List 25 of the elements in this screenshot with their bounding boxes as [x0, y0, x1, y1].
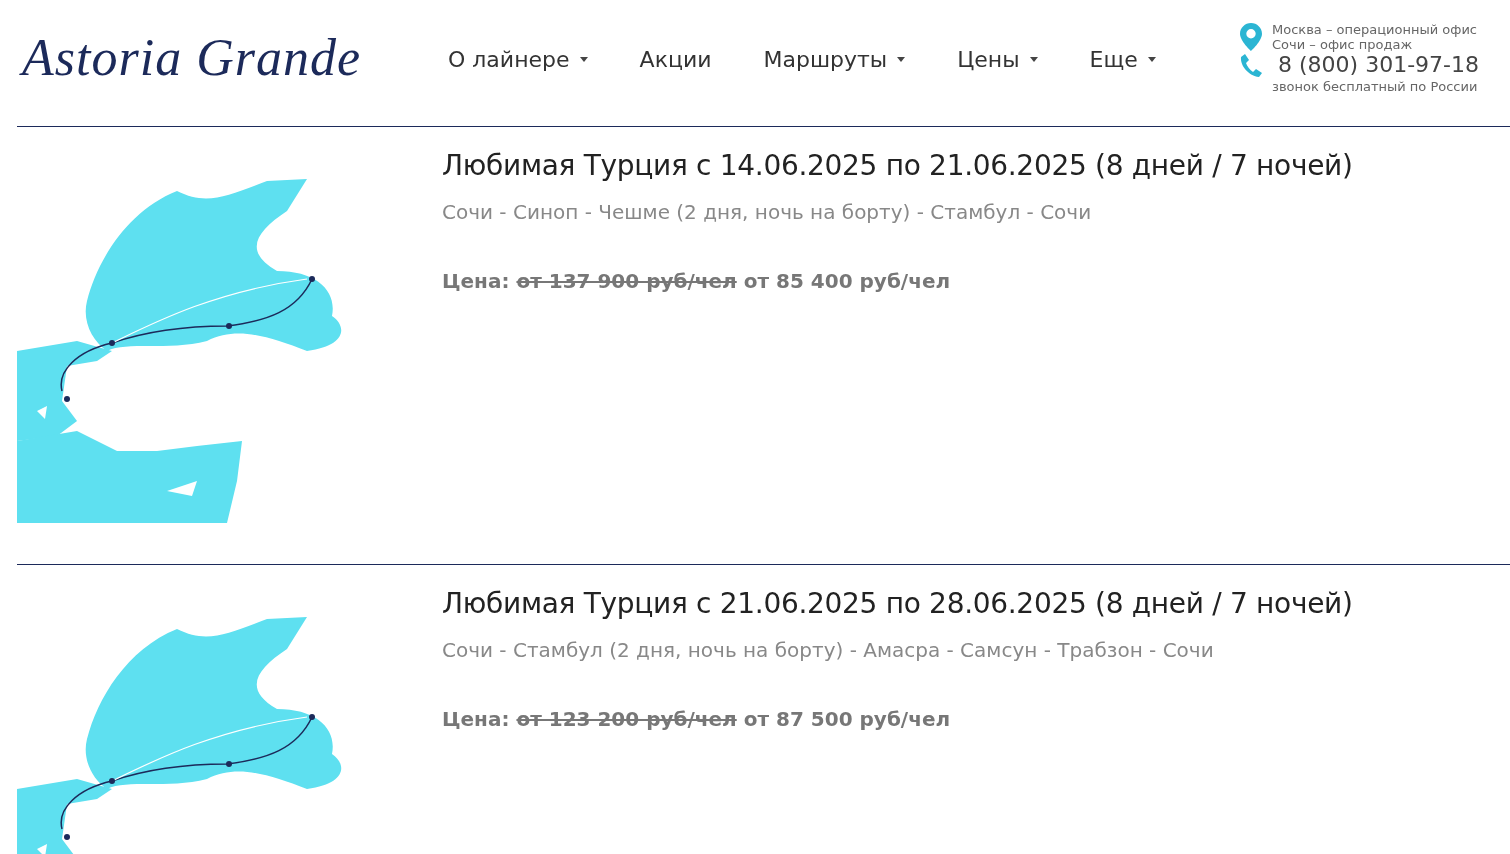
nav-link[interactable]: О лайнере	[448, 46, 588, 72]
caret-icon	[1029, 56, 1038, 62]
price: от 85 400 руб/чел	[743, 269, 951, 293]
price-label: Цена:	[442, 707, 510, 731]
office-text: Москва – операционный офис	[1272, 22, 1477, 37]
nav-link[interactable]: Маршруты	[763, 46, 906, 72]
old-price: от 137 900 руб/чел	[516, 269, 737, 293]
old-price: от 123 200 руб/чел	[516, 707, 737, 731]
phone-icon	[1240, 52, 1262, 77]
caret-icon	[897, 56, 906, 62]
phone-number[interactable]: 8 (800) 301-97-18	[1278, 52, 1479, 77]
caret-icon	[579, 56, 588, 62]
office-text: Сочи – офис продаж	[1272, 37, 1414, 52]
nav-link[interactable]: Цены	[957, 46, 1038, 72]
route-text: Сочи - Синоп - Чешме (2 дня, ночь на борту) - Стамбул - Сочи	[442, 200, 1093, 224]
phone-note: звонок бесплатный по России	[1272, 79, 1479, 94]
cruise-title[interactable]: Любимая Турция с 14.06.2025 по 21.06.2025 (8 дней / 7 ночей)	[442, 149, 1353, 182]
route-text: Сочи - Стамбул (2 дня, ночь на борту) - Амасра - Самсун - Трабзон - Сочи	[442, 638, 1215, 662]
location-pin-icon	[1240, 23, 1262, 51]
price-label: Цена:	[442, 269, 510, 293]
nav-link[interactable]: Акции	[639, 46, 712, 72]
caret-icon	[1147, 56, 1156, 62]
cruise-title[interactable]: Любимая Турция с 21.06.2025 по 28.06.2025 (8 дней / 7 ночей)	[442, 587, 1353, 620]
price: от 87 500 руб/чел	[743, 707, 951, 731]
nav-link[interactable]: Еще	[1089, 46, 1156, 72]
